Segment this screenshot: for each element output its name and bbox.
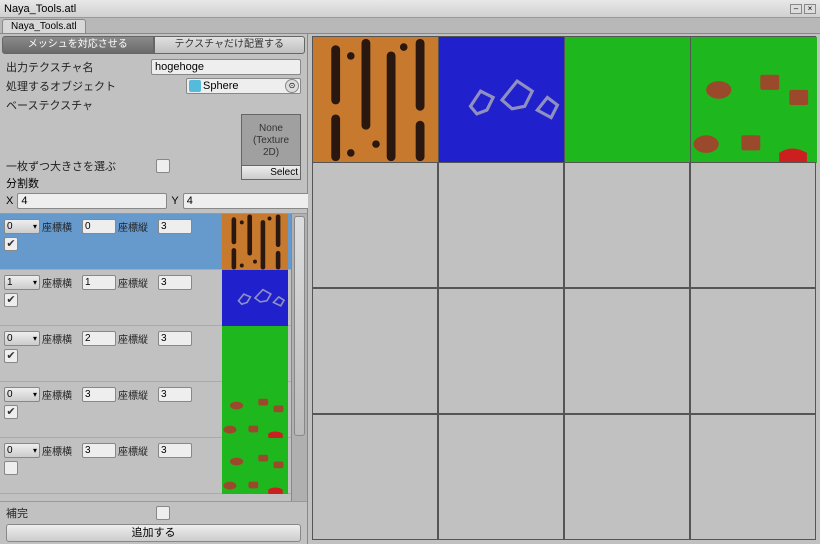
grid-cell[interactable]	[312, 288, 438, 414]
list-item[interactable]: 0 座標横 座標縦 ✔	[0, 326, 291, 382]
target-object-value: Sphere	[203, 80, 238, 92]
division-x-label: X	[6, 195, 13, 207]
fill-label: 補完	[6, 505, 156, 521]
scrollbar-thumb[interactable]	[294, 216, 305, 436]
coord-h-label: 座標横	[42, 387, 80, 402]
coord-h-input[interactable]	[82, 443, 116, 458]
coord-v-input[interactable]	[158, 387, 192, 402]
item-checkbox[interactable]: ✔	[4, 405, 18, 419]
add-button[interactable]: 追加する	[6, 524, 301, 542]
grid-cell[interactable]	[690, 288, 816, 414]
coord-v-label: 座標縦	[118, 275, 156, 290]
coord-h-label: 座標横	[42, 275, 80, 290]
list-item[interactable]: 1 座標横 座標縦 ✔	[0, 270, 291, 326]
output-texture-label: 出力テクスチャ名	[6, 59, 151, 75]
item-thumbnail	[222, 214, 288, 270]
editor-tab[interactable]: Naya_Tools.atl	[2, 19, 86, 33]
base-texture-label: ベーステクスチャ	[6, 97, 186, 113]
minimize-button[interactable]: –	[790, 4, 802, 14]
coord-h-input[interactable]	[82, 331, 116, 346]
grid-cell[interactable]	[564, 414, 690, 540]
item-checkbox[interactable]: ✔	[4, 349, 18, 363]
coord-v-input[interactable]	[158, 219, 192, 234]
atlas-preview	[308, 34, 820, 544]
grid-cell[interactable]	[312, 36, 438, 162]
division-y-label: Y	[171, 195, 178, 207]
list-item[interactable]: 0 座標横 座標縦 ✔	[0, 382, 291, 438]
texture-list: 0 座標横 座標縦 ✔ 1 座標横 座標縦 ✔ 0 座標横 座標縦 ✔ 0	[0, 213, 307, 501]
target-object-field[interactable]: Sphere ⊙	[186, 78, 301, 94]
coord-h-input[interactable]	[82, 387, 116, 402]
item-dropdown[interactable]: 0	[4, 443, 40, 458]
list-item[interactable]: 0 座標横 座標縦	[0, 438, 291, 494]
gameobject-icon	[189, 80, 201, 92]
division-x-input[interactable]	[17, 193, 167, 209]
window-titlebar: Naya_Tools.atl – ×	[0, 0, 820, 18]
item-checkbox[interactable]: ✔	[4, 293, 18, 307]
item-dropdown[interactable]: 0	[4, 387, 40, 402]
size-each-label: 一枚ずつ大きさを選ぶ	[6, 158, 156, 174]
coord-h-label: 座標横	[42, 219, 80, 234]
item-thumbnail	[222, 270, 288, 326]
target-object-label: 処理するオブジェクト	[6, 78, 186, 94]
coord-v-label: 座標縦	[118, 219, 156, 234]
grid-cell[interactable]	[564, 36, 690, 162]
list-item[interactable]: 0 座標横 座標縦 ✔	[0, 214, 291, 270]
grid-cell[interactable]	[312, 162, 438, 288]
texture-slot-select[interactable]: Select	[242, 165, 300, 179]
coord-h-input[interactable]	[82, 219, 116, 234]
item-thumbnail	[222, 438, 288, 494]
grid-cell[interactable]	[564, 162, 690, 288]
grid-cell[interactable]	[438, 36, 564, 162]
item-dropdown[interactable]: 1	[4, 275, 40, 290]
item-dropdown[interactable]: 0	[4, 219, 40, 234]
grid-cell[interactable]	[690, 414, 816, 540]
editor-tabbar: Naya_Tools.atl	[0, 18, 820, 34]
item-checkbox[interactable]	[4, 461, 18, 475]
list-scrollbar[interactable]	[291, 214, 307, 501]
coord-v-label: 座標縦	[118, 443, 156, 458]
coord-h-label: 座標横	[42, 443, 80, 458]
mode-tab-mesh[interactable]: メッシュを対応させる	[2, 36, 154, 54]
grid-cell[interactable]	[690, 36, 816, 162]
grid-cell[interactable]	[312, 414, 438, 540]
item-thumbnail	[222, 382, 288, 438]
fill-checkbox[interactable]	[156, 506, 170, 520]
coord-h-input[interactable]	[82, 275, 116, 290]
mode-tab-texture[interactable]: テクスチャだけ配置する	[154, 36, 306, 54]
coord-v-label: 座標縦	[118, 331, 156, 346]
grid-cell[interactable]	[438, 162, 564, 288]
coord-v-input[interactable]	[158, 275, 192, 290]
size-each-checkbox[interactable]	[156, 159, 170, 173]
texture-slot-none: None (Texture 2D)	[242, 115, 300, 165]
output-texture-input[interactable]	[151, 59, 301, 75]
window-title: Naya_Tools.atl	[4, 3, 76, 15]
coord-v-input[interactable]	[158, 331, 192, 346]
left-panel: メッシュを対応させる テクスチャだけ配置する 出力テクスチャ名 処理するオブジェ…	[0, 34, 308, 544]
coord-h-label: 座標横	[42, 331, 80, 346]
coord-v-label: 座標縦	[118, 387, 156, 402]
item-thumbnail	[222, 326, 288, 382]
item-dropdown[interactable]: 0	[4, 331, 40, 346]
grid-cell[interactable]	[690, 162, 816, 288]
grid-cell[interactable]	[438, 414, 564, 540]
grid-cell[interactable]	[564, 288, 690, 414]
base-texture-slot[interactable]: None (Texture 2D) Select	[241, 114, 301, 180]
close-button[interactable]: ×	[804, 4, 816, 14]
item-checkbox[interactable]: ✔	[4, 237, 18, 251]
grid-cell[interactable]	[438, 288, 564, 414]
object-picker-icon[interactable]: ⊙	[285, 79, 299, 93]
coord-v-input[interactable]	[158, 443, 192, 458]
